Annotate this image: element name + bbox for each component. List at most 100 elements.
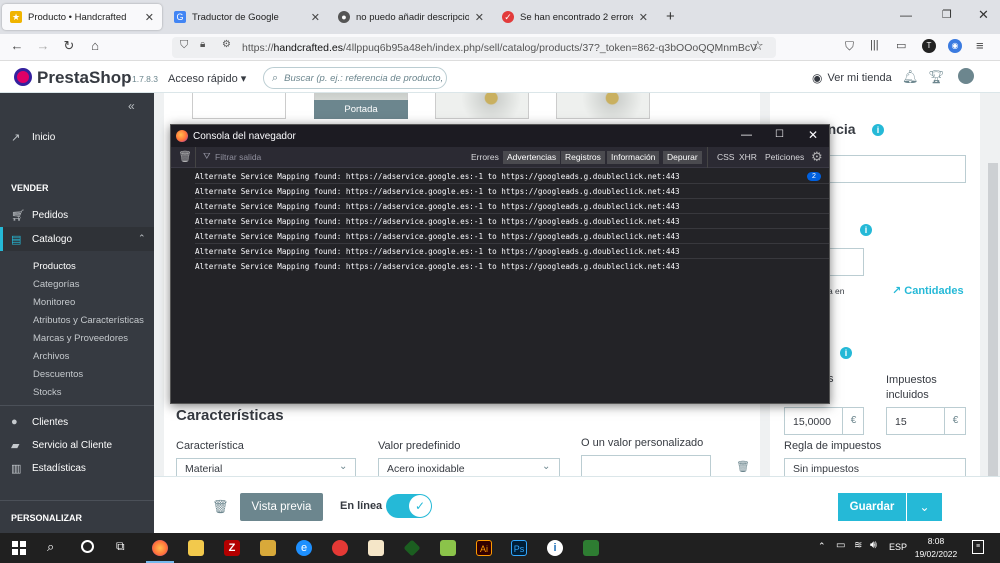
- tab-errores[interactable]: ✓ Se han encontrado 2 errores ort ✕: [494, 4, 656, 30]
- close-tab-icon[interactable]: ✕: [145, 11, 154, 24]
- sidebar-item-estadisticas[interactable]: ▥ Estadísticas: [11, 462, 86, 475]
- prestashop-logo-icon[interactable]: [14, 68, 32, 86]
- sidebar-item-clientes[interactable]: ● Clientes: [11, 416, 68, 428]
- trophy-icon[interactable]: 🏆︎: [928, 69, 945, 85]
- filezilla-icon[interactable]: Z: [224, 540, 240, 556]
- product-image-thumb[interactable]: [435, 93, 529, 119]
- product-image-thumb[interactable]: [556, 93, 650, 119]
- task-view-icon[interactable]: ⧉: [116, 539, 125, 554]
- submenu-marcas[interactable]: Marcas y Proveedores: [33, 333, 128, 344]
- maximize-console-icon[interactable]: ☐: [775, 129, 784, 140]
- phone-app-icon[interactable]: [583, 540, 599, 556]
- permissions-icon[interactable]: ⚙: [222, 39, 231, 50]
- restore-window-icon[interactable]: ❐: [942, 8, 952, 21]
- gear-icon[interactable]: ⚙: [811, 149, 823, 165]
- filter-errores[interactable]: Errores: [467, 151, 503, 164]
- tray-chevron-icon[interactable]: ⌃: [818, 541, 826, 552]
- close-tab-icon[interactable]: ✕: [639, 11, 648, 24]
- home-icon[interactable]: ⌂: [86, 38, 104, 53]
- submenu-monitoreo[interactable]: Monitoreo: [33, 297, 75, 308]
- trash-icon[interactable]: 🗑︎: [178, 150, 192, 163]
- custom-value-input[interactable]: [581, 455, 711, 477]
- reload-icon[interactable]: ↻: [60, 38, 78, 54]
- tab-forum[interactable]: ● no puedo añadir descripciones ✕: [330, 4, 492, 30]
- account-icon[interactable]: T: [922, 39, 936, 53]
- clock-time[interactable]: 8:08: [916, 536, 956, 546]
- internet-explorer-icon[interactable]: e: [296, 540, 312, 556]
- network-icon[interactable]: ▭: [836, 540, 845, 551]
- close-tab-icon[interactable]: ✕: [475, 11, 484, 24]
- library-icon[interactable]: |||: [870, 39, 879, 51]
- filter-peticiones[interactable]: Peticiones: [761, 151, 808, 164]
- wifi-icon[interactable]: ≋: [854, 540, 862, 551]
- photoshop-icon[interactable]: Ps: [511, 540, 527, 556]
- minimize-window-icon[interactable]: —: [900, 8, 912, 22]
- windows-start-icon[interactable]: [12, 541, 26, 555]
- submenu-stocks[interactable]: Stocks: [33, 387, 62, 398]
- bell-icon[interactable]: 🔔︎: [902, 69, 919, 85]
- clock-date[interactable]: 19/02/2022: [910, 549, 962, 559]
- filter-advertencias[interactable]: Advertencias: [503, 151, 561, 164]
- filter-input[interactable]: Filtrar salida: [215, 152, 261, 162]
- submenu-categorias[interactable]: Categorías: [33, 279, 79, 290]
- url-bar[interactable]: https://handcrafted.es/4llppuq6b95a48eh/…: [172, 37, 776, 58]
- filter-depurar[interactable]: Depurar: [663, 151, 702, 164]
- filter-informacion[interactable]: Información: [607, 151, 660, 164]
- green-app-icon[interactable]: [440, 540, 456, 556]
- notifications-icon[interactable]: ≡: [972, 540, 984, 554]
- quantities-link[interactable]: ↗ Cantidades: [892, 284, 964, 297]
- close-tab-icon[interactable]: ✕: [311, 11, 320, 24]
- shield-icon[interactable]: ⛉: [180, 39, 188, 52]
- submenu-atributos[interactable]: Atributos y Características: [33, 315, 144, 326]
- submenu-descuentos[interactable]: Descuentos: [33, 369, 83, 380]
- search-icon[interactable]: ⌕: [47, 539, 54, 555]
- save-options-chevron-icon[interactable]: ⌄: [907, 493, 942, 521]
- new-tab-button[interactable]: +: [666, 8, 675, 25]
- illustrator-icon[interactable]: Ai: [476, 540, 492, 556]
- tab-traductor[interactable]: G Traductor de Google ✕: [166, 4, 328, 30]
- pocket-icon[interactable]: ⛉: [845, 39, 854, 54]
- info-app-icon[interactable]: i: [547, 540, 563, 556]
- info-icon[interactable]: i: [872, 124, 884, 136]
- firefox-taskbar-icon[interactable]: [152, 540, 168, 556]
- online-toggle[interactable]: ✓: [386, 494, 432, 518]
- bookmark-star-icon[interactable]: ☆: [752, 38, 764, 54]
- document-app-icon[interactable]: [368, 540, 384, 556]
- notes-app-icon[interactable]: [260, 540, 276, 556]
- collapse-sidebar-icon[interactable]: «: [128, 99, 135, 113]
- volume-icon[interactable]: 🔊︎: [870, 539, 877, 552]
- filter-registros[interactable]: Registros: [561, 151, 605, 164]
- submenu-archivos[interactable]: Archivos: [33, 351, 69, 362]
- page-scrollbar[interactable]: [988, 163, 998, 523]
- sidebar-item-servicio[interactable]: ▰ Servicio al Cliente: [11, 439, 112, 452]
- info-icon[interactable]: i: [860, 224, 872, 236]
- close-console-icon[interactable]: ✕: [808, 128, 818, 142]
- filter-xhr[interactable]: XHR: [735, 151, 761, 164]
- minimize-console-icon[interactable]: —: [741, 129, 752, 141]
- sidebar-item-inicio[interactable]: ↗ Inicio: [11, 131, 55, 144]
- sidebar-item-pedidos[interactable]: 🛒︎ Pedidos: [11, 209, 68, 222]
- preview-button[interactable]: Vista previa: [240, 493, 323, 521]
- trash-icon[interactable]: 🗑︎: [736, 460, 750, 473]
- delete-product-icon[interactable]: 🗑︎: [212, 499, 229, 515]
- lock-icon[interactable]: 🔒︎: [200, 39, 205, 50]
- back-icon[interactable]: ←: [8, 38, 26, 53]
- file-explorer-icon[interactable]: [188, 540, 204, 556]
- extension-icon[interactable]: ◉: [948, 39, 962, 53]
- menu-icon[interactable]: ≡: [976, 38, 984, 53]
- info-icon[interactable]: i: [840, 347, 852, 359]
- forward-icon[interactable]: →: [34, 38, 52, 53]
- language-indicator[interactable]: ESP: [889, 542, 907, 552]
- product-image-thumb[interactable]: [192, 93, 286, 119]
- submenu-productos[interactable]: Productos: [33, 261, 76, 272]
- sidebar-toggle-icon[interactable]: ▭: [896, 39, 906, 52]
- quick-access-dropdown[interactable]: Acceso rápido ▾: [168, 72, 246, 85]
- media-player-icon[interactable]: [332, 540, 348, 556]
- tab-producto[interactable]: ★ Producto • Handcrafted ✕: [2, 4, 162, 30]
- cortana-icon[interactable]: [81, 540, 94, 553]
- search-box[interactable]: ⌕ Buscar (p. ej.: referencia de producto…: [263, 67, 447, 89]
- view-store-link[interactable]: ◉ Ver mi tienda: [812, 71, 892, 85]
- console-output[interactable]: Alternate Service Mapping found: https:/…: [171, 168, 829, 403]
- logo-text[interactable]: PrestaShop: [37, 68, 131, 88]
- inkscape-icon[interactable]: [403, 539, 421, 557]
